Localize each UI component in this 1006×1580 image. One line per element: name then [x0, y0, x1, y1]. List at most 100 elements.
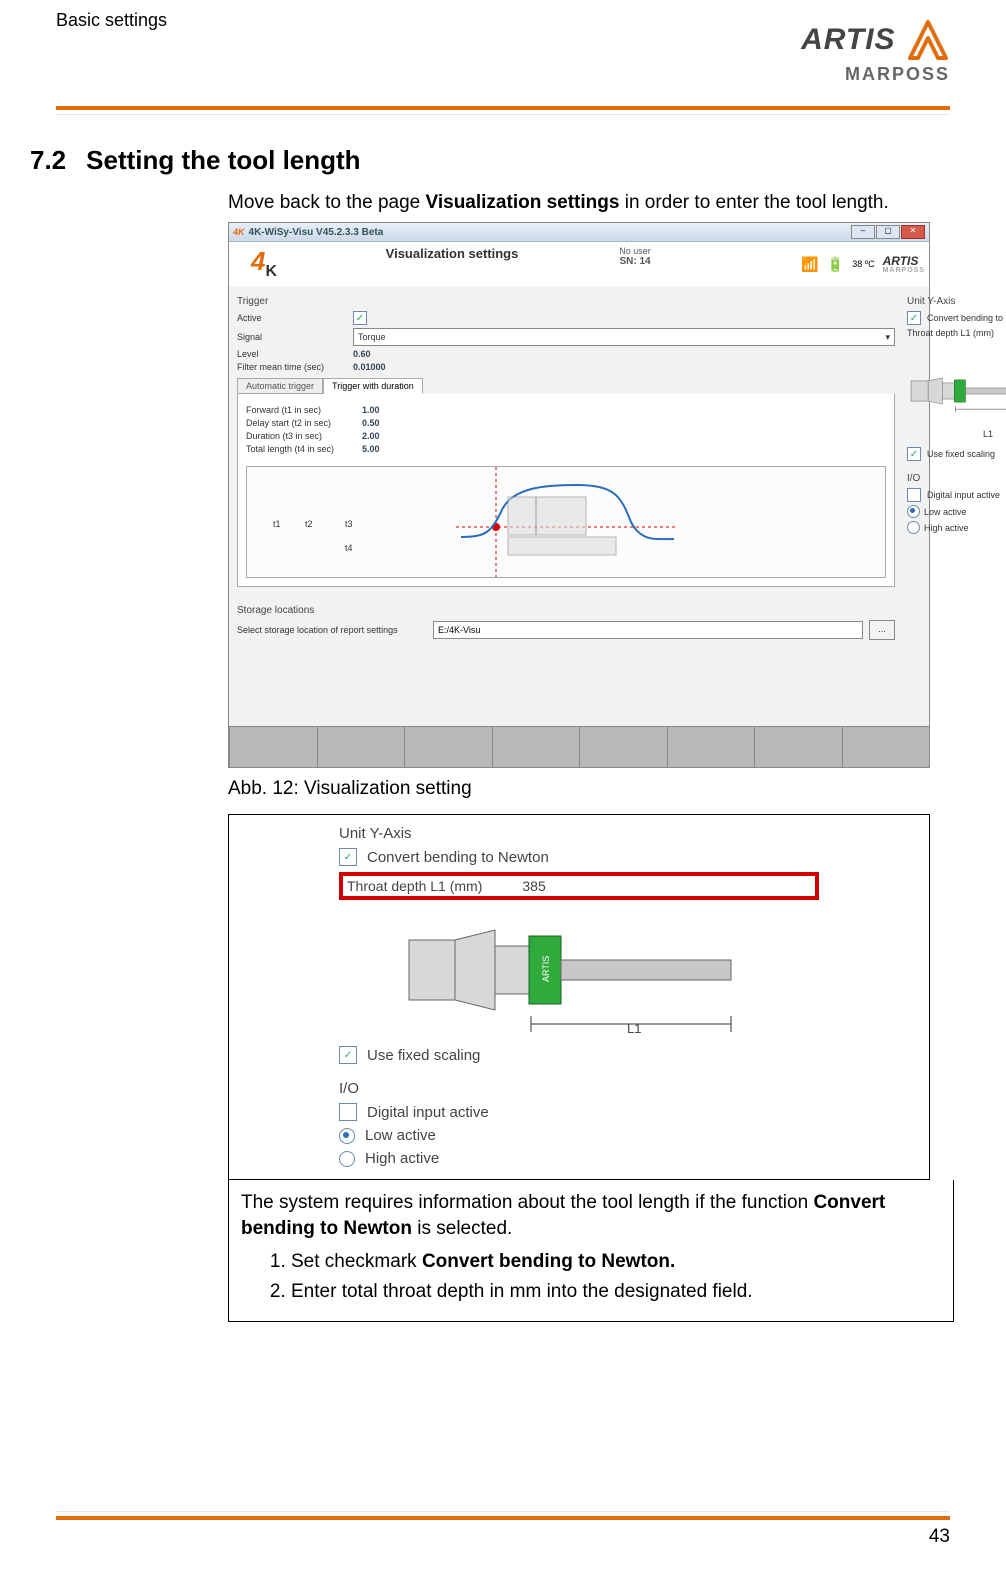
signal-label: Signal: [237, 332, 347, 342]
maximize-button[interactable]: ▢: [876, 225, 900, 239]
fixed-label: Use fixed scaling: [927, 449, 995, 459]
step1-pre: Set checkmark: [291, 1251, 422, 1272]
trigger-duration-panel: Forward (t1 in sec) 1.00 Delay start (t2 …: [237, 394, 895, 587]
page-number: 43: [56, 1526, 950, 1548]
high-active-radio[interactable]: High active: [907, 521, 1006, 534]
logo: ARTIS MARPOSS: [801, 10, 950, 85]
digital-input-checkbox[interactable]: ✓: [907, 488, 921, 502]
yaxis-panel: Unit Y-Axis ✓ Convert bending to Newton …: [907, 296, 1006, 726]
t3-label: Duration (t3 in sec): [246, 431, 356, 441]
figure-caption: Abb. 12: Visualization setting: [228, 778, 934, 800]
app-window: 4K 4K-WiSy-Visu V45.2.3.3 Beta – ▢ ✕ 4K …: [228, 222, 930, 768]
level-value[interactable]: 0.60: [353, 349, 371, 359]
fixed-scaling-checkbox[interactable]: ✓: [907, 447, 921, 461]
browse-button[interactable]: ...: [869, 620, 895, 640]
zoom-fixed-checkbox[interactable]: ✓: [339, 1046, 357, 1064]
mini-artis: ARTIS: [883, 255, 919, 267]
storage-path-input[interactable]: [433, 621, 863, 639]
level-label: Level: [237, 349, 347, 359]
step1-bold: Convert bending to Newton.: [422, 1251, 675, 1272]
trigger-panel: Trigger Active ✓ Signal Torque ▾ Level 0…: [237, 296, 895, 726]
trigger-title: Trigger: [237, 296, 895, 307]
high-label: High active: [924, 523, 969, 533]
tool-diagram: L1: [907, 341, 1006, 441]
t3-value[interactable]: 2.00: [362, 431, 380, 441]
signal-icon: 📶: [801, 256, 818, 273]
highlight-throat-depth: Throat depth L1 (mm) 385: [339, 872, 819, 900]
instr-step-1: Set checkmark Convert bending to Newton.: [291, 1249, 941, 1275]
svg-text:ARTIS: ARTIS: [541, 956, 551, 982]
graph-t2: t2: [305, 519, 313, 529]
window-titlebar: 4K 4K-WiSy-Visu V45.2.3.3 Beta – ▢ ✕: [229, 223, 929, 242]
filter-label: Filter mean time (sec): [237, 362, 347, 372]
logo-marposs-text: MARPOSS: [801, 64, 950, 85]
intro-post: in order to enter the tool length.: [619, 192, 888, 213]
instr-line1-pre: The system requires information about th…: [241, 1192, 813, 1213]
app-footer-bar: [229, 726, 929, 767]
page-header: Basic settings ARTIS MARPOSS: [0, 0, 1006, 115]
t4-value[interactable]: 5.00: [362, 444, 380, 454]
io-title: I/O: [907, 473, 1006, 484]
zoom-convert-label: Convert bending to Newton: [367, 849, 549, 866]
t2-label: Delay start (t2 in sec): [246, 418, 356, 428]
digital-label: Digital input active: [927, 490, 1000, 500]
trigger-graph: t1 t2 t3 t4: [246, 466, 886, 578]
app-toolbar: 4K Visualization settings No user SN: 14…: [229, 242, 929, 286]
zoom-high-radio[interactable]: High active: [339, 1150, 819, 1167]
mini-marposs: MARPOSS: [883, 267, 925, 274]
zoom-digital-checkbox[interactable]: ✓: [339, 1103, 357, 1121]
graph-t1: t1: [273, 519, 281, 529]
zoom-l1-label: L1: [627, 1021, 641, 1036]
zoom-tool-diagram: ARTIS L1: [339, 900, 819, 1040]
zoom-digital-label: Digital input active: [367, 1104, 489, 1121]
convert-label: Convert bending to Newton: [927, 313, 1006, 323]
intro-pre: Move back to the page: [228, 192, 426, 213]
active-checkbox[interactable]: ✓: [353, 311, 367, 325]
intro-bold: Visualization settings: [426, 192, 620, 213]
active-label: Active: [237, 313, 347, 323]
storage-title: Storage locations: [237, 605, 895, 616]
t1-value[interactable]: 1.00: [362, 405, 380, 415]
minimize-button[interactable]: –: [851, 225, 875, 239]
section-number: 7.2: [30, 145, 66, 176]
header-rule: [56, 106, 950, 110]
zoom-throat-label: Throat depth L1 (mm): [347, 878, 482, 894]
zoom-io-title: I/O: [339, 1080, 819, 1097]
serial-number: SN: 14: [605, 256, 665, 267]
tab-automatic-trigger[interactable]: Automatic trigger: [237, 378, 323, 394]
unit-yaxis-title: Unit Y-Axis: [907, 296, 1006, 307]
graph-t4: t4: [345, 543, 353, 553]
filter-value[interactable]: 0.01000: [353, 362, 386, 372]
signal-select[interactable]: Torque ▾: [353, 328, 895, 346]
instr-line1-post: is selected.: [412, 1218, 512, 1239]
user-status: No user SN: 14: [605, 242, 665, 286]
battery-icon: 🔋: [827, 256, 844, 273]
tab-trigger-duration[interactable]: Trigger with duration: [323, 378, 423, 394]
signal-value: Torque: [358, 332, 386, 342]
header-section-label: Basic settings: [56, 10, 167, 31]
header-rule-thin: [56, 114, 950, 115]
t2-value[interactable]: 0.50: [362, 418, 380, 428]
zoom-fixed-label: Use fixed scaling: [367, 1047, 480, 1064]
chevron-down-icon: ▾: [885, 332, 890, 343]
low-active-radio[interactable]: Low active: [907, 505, 1006, 518]
zoom-convert-checkbox[interactable]: ✓: [339, 848, 357, 866]
close-button[interactable]: ✕: [901, 225, 925, 239]
temperature: 38 ºC: [852, 259, 874, 269]
zoom-high-label: High active: [365, 1150, 439, 1167]
convert-checkbox[interactable]: ✓: [907, 311, 921, 325]
zoom-low-label: Low active: [365, 1127, 436, 1144]
t1-label: Forward (t1 in sec): [246, 405, 356, 415]
storage-label: Select storage location of report settin…: [237, 625, 427, 635]
zoom-throat-value[interactable]: 385: [522, 878, 545, 894]
section-heading: 7.2 Setting the tool length: [30, 145, 950, 176]
logo-artis-icon: [906, 18, 950, 62]
no-user-label: No user: [605, 246, 665, 256]
section-title: Setting the tool length: [86, 145, 360, 176]
t4-label: Total length (t4 in sec): [246, 444, 356, 454]
l1-label: L1: [983, 429, 993, 439]
app-logo-4k: 4K: [251, 248, 277, 280]
graph-t3: t3: [345, 519, 353, 529]
zoom-low-radio[interactable]: Low active: [339, 1127, 819, 1144]
page-footer: 43: [56, 1511, 950, 1548]
